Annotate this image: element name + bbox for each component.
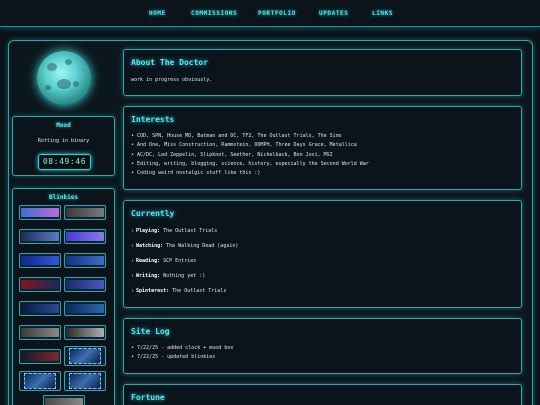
list-item: Coding weird nostalgic stuff like this :… (131, 169, 369, 178)
fortune-title: Fortune (131, 393, 165, 402)
stamp[interactable] (64, 346, 106, 366)
blinkie[interactable] (19, 301, 61, 316)
blinkies-title: Blinkies (49, 194, 78, 201)
blinkie[interactable] (19, 253, 61, 268)
interests-title: Interests (131, 115, 175, 124)
about-panel: About The Doctor work in progress obviou… (123, 49, 522, 96)
about-text: work in progress obviously. (131, 77, 213, 83)
moon-icon (37, 51, 91, 105)
sitelog-list: 7/22/25 - added clock + mood box 7/22/25… (131, 344, 233, 363)
blinkie[interactable] (19, 349, 61, 364)
list-item: AC/DC, Led Zeppelin, Slipknot, Seether, … (131, 151, 369, 160)
blinkie[interactable] (64, 277, 106, 292)
currently-row: ⇧ Reading: SCP Entries (131, 258, 197, 264)
mood-text: Rotting in binary (37, 138, 90, 144)
top-nav: HOME COMMISSIONS PORTFOLIO UPDATES LINKS (0, 0, 540, 27)
stamp[interactable] (64, 371, 106, 391)
list-item: Editing, writing, blogging, science, his… (131, 160, 369, 169)
stamp[interactable] (19, 371, 61, 391)
blinkie[interactable] (64, 229, 106, 244)
blinkie[interactable] (64, 325, 106, 340)
blinkie[interactable] (64, 301, 106, 316)
nav-home[interactable]: HOME (149, 10, 166, 17)
mood-title: Mood (56, 122, 71, 129)
blinkie[interactable] (19, 277, 61, 292)
blinkie[interactable] (19, 205, 61, 220)
up-arrow-icon: ⇧ (131, 273, 135, 279)
sitelog-title: Site Log (131, 327, 170, 336)
list-item: 7/22/25 - added clock + mood box (131, 344, 233, 353)
sitelog-panel: Site Log 7/22/25 - added clock + mood bo… (123, 318, 522, 374)
up-arrow-icon: ⇧ (131, 228, 135, 234)
blinkie[interactable] (19, 229, 61, 244)
currently-panel: Currently ⇧ Playing: The Outlast Trials ⇧… (123, 200, 522, 308)
blinkie[interactable] (64, 253, 106, 268)
up-arrow-icon: ⇧ (131, 288, 135, 294)
interests-panel: Interests COD, SPN, House MD, Batman and… (123, 106, 522, 190)
list-item: 7/22/25 - updated blinkies (131, 353, 233, 362)
blinkies-box: Blinkies (12, 188, 115, 405)
currently-row: ⇧ Spinterest: The Outlast Trials (131, 288, 227, 294)
list-item: COD, SPN, House MD, Batman and DC, TF2, … (131, 132, 369, 141)
currently-title: Currently (131, 209, 175, 218)
clock-display: 08:49:46 (38, 154, 91, 170)
nav-updates[interactable]: UPDATES (319, 10, 349, 17)
up-arrow-icon: ⇧ (131, 243, 135, 249)
about-title: About The Doctor (131, 58, 209, 67)
mood-box: Mood Rotting in binary 08:49:46 (12, 116, 115, 176)
blinkie[interactable] (43, 395, 85, 405)
currently-row: ⇧ Writing: Nothing yet :) (131, 273, 206, 279)
blinkie[interactable] (19, 325, 61, 340)
list-item: And One, Miss Construction, Rammstein, O… (131, 141, 369, 150)
nav-links[interactable]: LINKS (372, 10, 393, 17)
nav-portfolio[interactable]: PORTFOLIO (258, 10, 296, 17)
currently-row: ⇧ Playing: The Outlast Trials (131, 228, 218, 234)
interests-list: COD, SPN, House MD, Batman and DC, TF2, … (131, 132, 369, 178)
nav-commissions[interactable]: COMMISSIONS (191, 10, 237, 17)
up-arrow-icon: ⇧ (131, 258, 135, 264)
currently-row: ⇧ Watching: The Walking Dead (again) (131, 243, 239, 249)
fortune-panel: Fortune (123, 384, 522, 405)
blinkie[interactable] (64, 205, 106, 220)
moon-container (14, 45, 114, 111)
